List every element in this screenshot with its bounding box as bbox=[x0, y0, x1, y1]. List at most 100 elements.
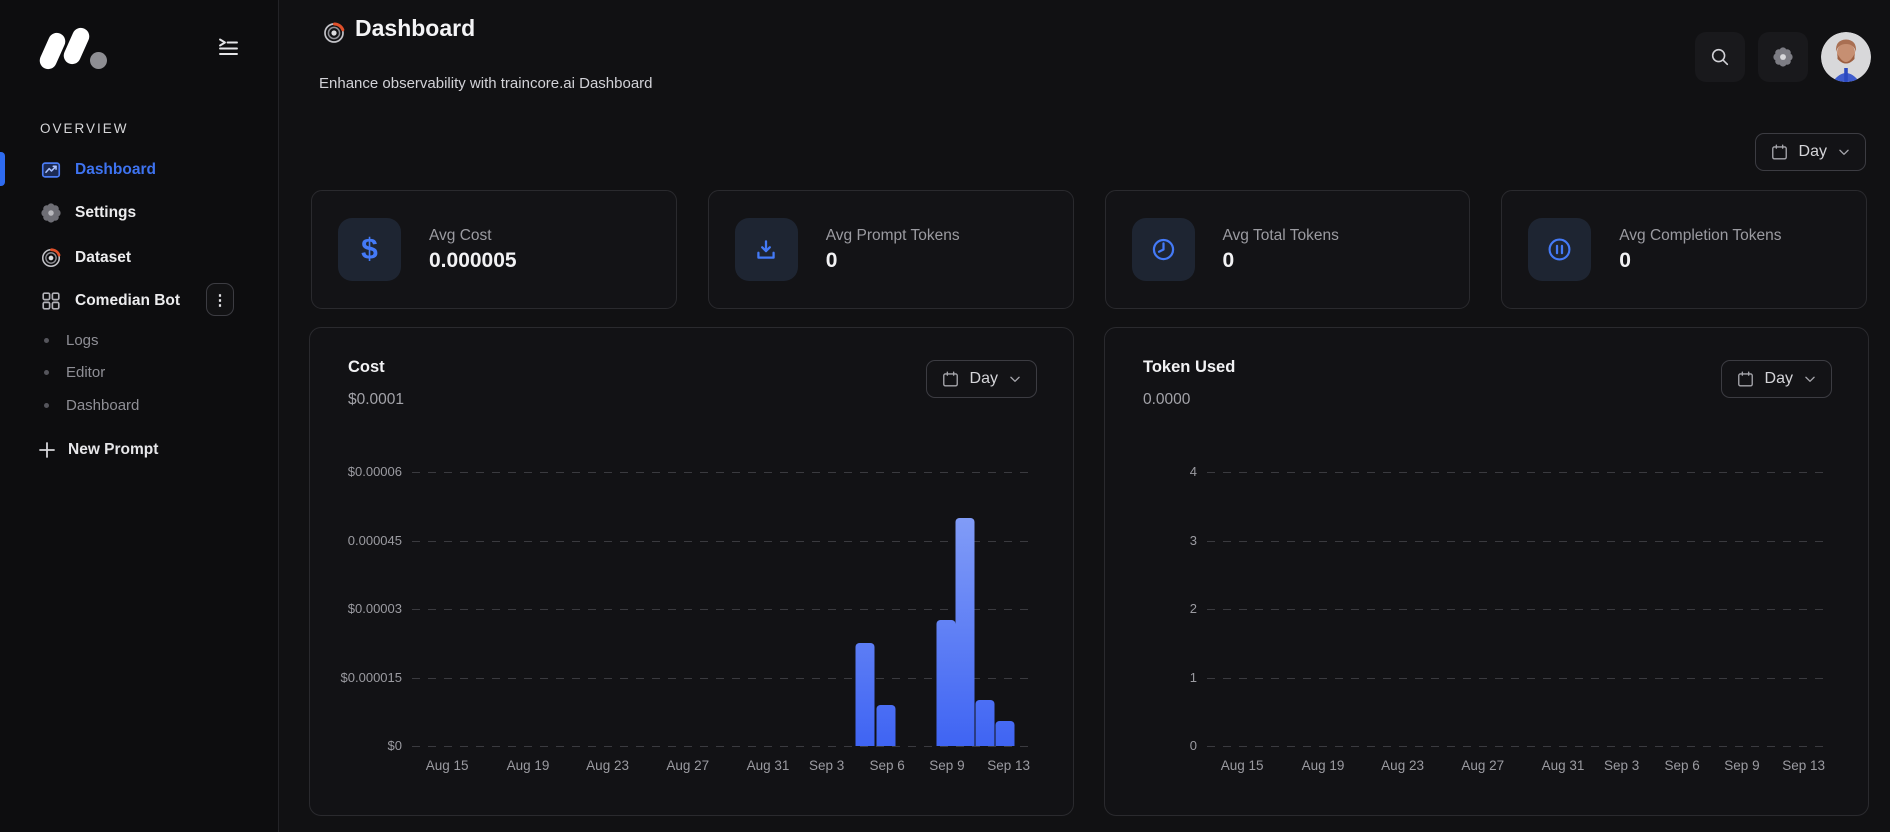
gear-icon bbox=[1772, 46, 1794, 68]
chart-title: Cost bbox=[348, 358, 385, 377]
pause-circle-icon bbox=[1528, 218, 1591, 281]
gear-flower-icon bbox=[40, 202, 62, 224]
token-used-chart-card: Token Used 0.0000 Day bbox=[1104, 327, 1869, 816]
chart-total-value: $0.0001 bbox=[348, 391, 404, 409]
sidebar-item-settings[interactable]: Settings bbox=[40, 200, 136, 226]
stat-label: Avg Completion Tokens bbox=[1619, 227, 1781, 245]
sidebar-collapse-button[interactable] bbox=[214, 33, 242, 61]
y-tick-label: $0.000015 bbox=[341, 670, 402, 686]
app-logo bbox=[38, 26, 108, 72]
header-actions bbox=[1695, 32, 1871, 82]
stat-label: Avg Prompt Tokens bbox=[826, 227, 960, 245]
sidebar-subitem-label: Logs bbox=[66, 332, 99, 349]
cost-bar-chart: $0.000060.000045$0.00003$0.000015$0Aug 1… bbox=[412, 472, 1029, 746]
y-tick-label: $0.00006 bbox=[348, 464, 402, 480]
sidebar-subitem-dashboard[interactable]: Dashboard bbox=[44, 395, 139, 415]
stat-card-avg-total-tokens: Avg Total Tokens 0 bbox=[1105, 190, 1471, 309]
stat-label: Avg Total Tokens bbox=[1223, 227, 1339, 245]
y-tick-label: 0 bbox=[1190, 738, 1197, 754]
x-tick-label: Aug 31 bbox=[747, 758, 790, 773]
new-prompt-label: New Prompt bbox=[68, 441, 158, 459]
bullet-dot-icon bbox=[44, 338, 49, 343]
x-tick-label: Sep 13 bbox=[1782, 758, 1825, 773]
period-value: Day bbox=[970, 370, 998, 388]
active-item-indicator bbox=[0, 152, 5, 186]
sidebar-subitem-editor[interactable]: Editor bbox=[44, 362, 105, 382]
y-tick-label: 2 bbox=[1190, 601, 1197, 617]
x-tick-label: Sep 6 bbox=[1664, 758, 1699, 773]
user-avatar[interactable] bbox=[1821, 32, 1871, 82]
chart-bar-sep-10 bbox=[956, 518, 975, 746]
sidebar-item-label: Dataset bbox=[75, 249, 131, 267]
clock-icon bbox=[1132, 218, 1195, 281]
chart-bar-sep-12 bbox=[995, 721, 1014, 746]
x-tick-label: Sep 13 bbox=[987, 758, 1030, 773]
y-grid-line bbox=[1207, 541, 1824, 542]
chart-bar-sep-9 bbox=[936, 620, 955, 746]
x-tick-label: Aug 19 bbox=[1302, 758, 1345, 773]
dollar-icon: $ bbox=[338, 218, 401, 281]
chevron-down-icon bbox=[1008, 372, 1022, 386]
charts-row: Cost $0.0001 Day $0. bbox=[309, 327, 1869, 816]
page-subtitle: Enhance observability with traincore.ai … bbox=[319, 75, 653, 92]
logo-bar bbox=[37, 30, 68, 72]
logo-bar bbox=[61, 25, 92, 67]
sidebar-item-label: Comedian Bot bbox=[75, 292, 180, 310]
chart-bar-sep-5 bbox=[856, 643, 875, 746]
sidebar-subitem-label: Editor bbox=[66, 364, 105, 381]
main-content: Dashboard Enhance observability with tra… bbox=[279, 0, 1890, 832]
sidebar-item-dataset[interactable]: Dataset bbox=[40, 245, 131, 271]
grid-icon bbox=[40, 290, 62, 312]
x-tick-label: Aug 15 bbox=[426, 758, 469, 773]
y-tick-label: 1 bbox=[1190, 670, 1197, 686]
sidebar-item-label: Dashboard bbox=[75, 161, 156, 179]
new-prompt-button[interactable]: New Prompt bbox=[38, 438, 158, 462]
x-tick-label: Aug 19 bbox=[507, 758, 550, 773]
x-tick-label: Aug 27 bbox=[1461, 758, 1504, 773]
stat-value: 0 bbox=[1223, 249, 1339, 273]
x-tick-label: Sep 9 bbox=[929, 758, 964, 773]
y-tick-label: 4 bbox=[1190, 464, 1197, 480]
stat-label: Avg Cost bbox=[429, 227, 517, 245]
dashboard-title-icon bbox=[322, 21, 346, 45]
donut-icon bbox=[40, 247, 62, 269]
chevron-down-icon bbox=[1803, 372, 1817, 386]
y-tick-label: $0.00003 bbox=[348, 601, 402, 617]
stat-card-avg-completion-tokens: Avg Completion Tokens 0 bbox=[1501, 190, 1867, 309]
y-grid-line bbox=[412, 541, 1029, 542]
y-grid-line bbox=[1207, 609, 1824, 610]
token-period-dropdown[interactable]: Day bbox=[1721, 360, 1832, 398]
collapse-sidebar-icon bbox=[216, 35, 240, 59]
stat-value: 0 bbox=[1619, 249, 1781, 273]
y-tick-label: 0.000045 bbox=[348, 533, 402, 549]
token-used-bar-chart: 43210Aug 15Aug 19Aug 23Aug 27Aug 31Sep 3… bbox=[1207, 472, 1824, 746]
cost-period-dropdown[interactable]: Day bbox=[926, 360, 1037, 398]
chevron-down-icon bbox=[1837, 145, 1851, 159]
chart-bar-sep-11 bbox=[976, 700, 995, 746]
stat-card-avg-cost: $ Avg Cost 0.000005 bbox=[311, 190, 677, 309]
logo-dot bbox=[90, 52, 107, 69]
period-value: Day bbox=[1799, 143, 1827, 161]
y-grid-line bbox=[1207, 678, 1824, 679]
dashboard-page: OVERVIEW Dashboard Settings bbox=[0, 0, 1890, 832]
page-title: Dashboard bbox=[355, 15, 475, 42]
sidebar: OVERVIEW Dashboard Settings bbox=[0, 0, 279, 832]
y-grid-line bbox=[412, 609, 1029, 610]
y-grid-line bbox=[412, 746, 1029, 747]
search-button[interactable] bbox=[1695, 32, 1745, 82]
sidebar-item-dashboard[interactable]: Dashboard bbox=[40, 157, 156, 183]
sidebar-item-comedian-bot[interactable]: Comedian Bot bbox=[40, 288, 180, 314]
x-tick-label: Sep 3 bbox=[809, 758, 844, 773]
sidebar-subitem-logs[interactable]: Logs bbox=[44, 330, 99, 350]
search-icon bbox=[1709, 46, 1731, 68]
period-dropdown[interactable]: Day bbox=[1755, 133, 1866, 171]
calendar-icon bbox=[941, 370, 960, 389]
line-chart-icon bbox=[40, 159, 62, 181]
x-tick-label: Sep 9 bbox=[1724, 758, 1759, 773]
comedian-bot-menu-button[interactable]: ⋮ bbox=[206, 283, 234, 316]
sidebar-section-label: OVERVIEW bbox=[40, 121, 129, 136]
sidebar-item-label: Settings bbox=[75, 204, 136, 222]
chart-total-value: 0.0000 bbox=[1143, 391, 1190, 409]
settings-button[interactable] bbox=[1758, 32, 1808, 82]
y-tick-label: $0 bbox=[388, 738, 402, 754]
